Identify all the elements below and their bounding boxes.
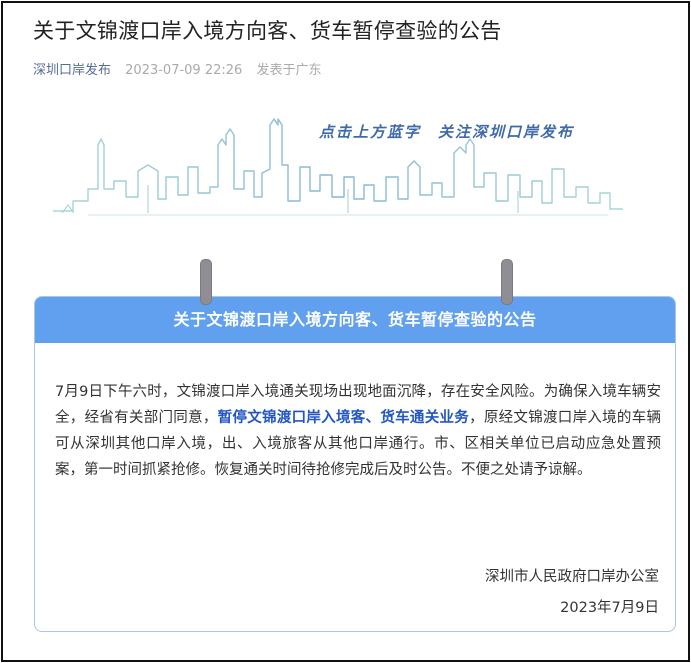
notice-date: 2023年7月9日 [560, 600, 659, 616]
notice-card: 关于文锦渡口岸入境方向客、货车暂停查验的公告 7月9日下午六时，文锦渡口岸入境通… [34, 296, 676, 632]
binder-ring-right [501, 259, 513, 305]
notice-header: 关于文锦渡口岸入境方向客、货车暂停查验的公告 [35, 297, 675, 343]
binder-ring-left [200, 259, 212, 305]
notice-body: 7月9日下午六时，文锦渡口岸入境通关现场出现地面沉降，存在安全风险。为确保入境车… [55, 379, 661, 483]
notice-signature: 深圳市人民政府口岸办公室 [485, 569, 659, 585]
follow-prompt[interactable]: 点击上方蓝字 关注深圳口岸发布 [319, 121, 574, 142]
article-frame: 关于文锦渡口岸入境方向客、货车暂停查验的公告 深圳口岸发布 2023-07-09… [1, 1, 690, 662]
article-meta: 深圳口岸发布 2023-07-09 22:26 发表于广东 [33, 59, 331, 78]
publish-location: 发表于广东 [256, 63, 322, 78]
author-link[interactable]: 深圳口岸发布 [33, 63, 111, 78]
article-title: 关于文锦渡口岸入境方向客、货车暂停查验的公告 [33, 19, 502, 43]
publish-time: 2023-07-09 22:26 [125, 63, 243, 78]
notice-highlight: 暂停文锦渡口岸入境客、货车通关业务 [217, 410, 470, 426]
